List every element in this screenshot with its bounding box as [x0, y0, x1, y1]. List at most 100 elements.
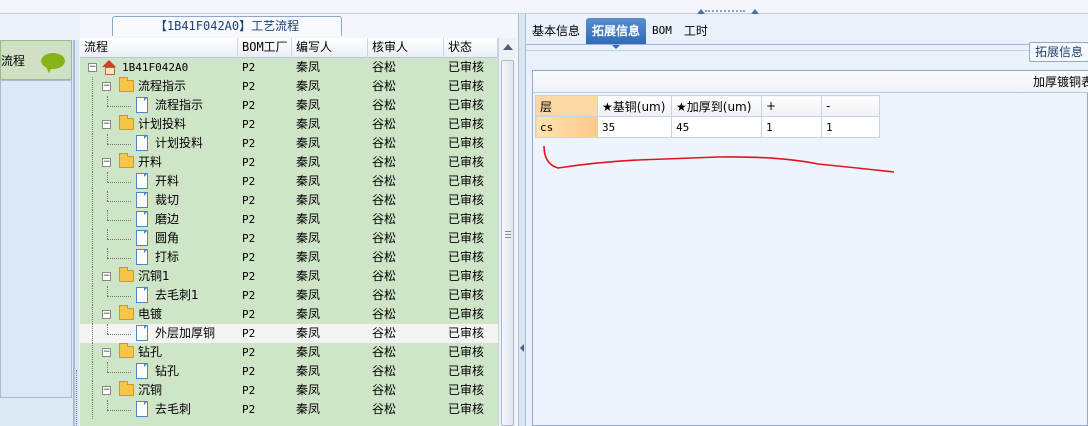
table-header-cell[interactable]: + — [761, 95, 822, 117]
reviewer-cell: 谷松 — [372, 364, 397, 378]
tree-row[interactable]: 去毛刺1 P2 秦凤 谷松 已审核 — [80, 286, 498, 305]
document-icon — [136, 325, 148, 341]
tree-row[interactable]: 磨边 P2 秦凤 谷松 已审核 — [80, 210, 498, 229]
tree-row[interactable]: 钻孔 P2 秦凤 谷松 已审核 — [80, 362, 498, 381]
chat-bubble-icon — [41, 53, 65, 73]
collapse-toggle-icon[interactable]: − — [102, 310, 111, 319]
tree-row[interactable]: 流程指示 P2 秦凤 谷松 已审核 — [80, 96, 498, 115]
grid-header: 流程 BOM工厂 编写人 核审人 状态 — [80, 38, 498, 58]
left-splitter[interactable] — [74, 40, 79, 426]
tree-node-label: 钻孔 — [155, 364, 180, 378]
tree-row[interactable]: 计划投料 P2 秦凤 谷松 已审核 — [80, 134, 498, 153]
tree-node-cell: − 1B41F042A0 — [80, 58, 238, 77]
table-header-cell[interactable]: - — [821, 95, 880, 117]
top-strip — [0, 0, 1088, 14]
tree-row[interactable]: 圆角 P2 秦凤 谷松 已审核 — [80, 229, 498, 248]
tree-node-cell: − 开料 — [80, 153, 238, 172]
document-icon — [136, 173, 148, 189]
reviewer-cell: 谷松 — [372, 326, 397, 340]
tab-2[interactable]: BOM — [646, 18, 678, 44]
collapse-toggle-icon[interactable]: − — [88, 63, 97, 72]
tree-node-label: 圆角 — [155, 231, 180, 245]
document-icon — [136, 135, 148, 151]
reviewer-cell: 谷松 — [372, 174, 397, 188]
tree-node-cell: 打标 — [80, 248, 238, 267]
tab-1[interactable]: 拓展信息 — [586, 18, 647, 49]
document-icon — [136, 363, 148, 379]
bom-cell: P2 — [242, 80, 256, 93]
tree-node-label: 电镀 — [138, 307, 163, 321]
collapse-toggle-icon[interactable]: − — [102, 158, 111, 167]
writer-cell: 秦凤 — [296, 155, 321, 169]
document-icon — [136, 211, 148, 227]
tree-node-label: 磨边 — [155, 212, 180, 226]
table-header-cell[interactable]: ★加厚到(um) — [671, 95, 762, 117]
tree-row[interactable]: 去毛刺 P2 秦凤 谷松 已审核 — [80, 400, 498, 419]
collapse-toggle-icon[interactable]: − — [102, 82, 111, 91]
status-cell: 已审核 — [448, 288, 485, 302]
collapse-toggle-icon[interactable]: − — [102, 348, 111, 357]
table-cell[interactable]: 45 — [671, 116, 762, 138]
tree-row[interactable]: 打标 P2 秦凤 谷松 已审核 — [80, 248, 498, 267]
writer-cell: 秦凤 — [296, 117, 321, 131]
table-cell[interactable]: cs — [535, 116, 598, 138]
process-grid: 【1B41F042A0】工艺流程 流程 BOM工厂 编写人 核审人 状态 − 1B41F0… — [80, 14, 518, 426]
tree-row[interactable]: − 沉铜1 P2 秦凤 谷松 已审核 — [80, 267, 498, 286]
table-cell[interactable]: 35 — [597, 116, 672, 138]
tree-node-label: 去毛刺1 — [155, 288, 199, 302]
tree-row[interactable]: − 沉铜 P2 秦凤 谷松 已审核 — [80, 381, 498, 400]
status-cell: 已审核 — [448, 79, 485, 93]
tree-node-cell: − 沉铜 — [80, 381, 238, 400]
tree-row[interactable]: − 计划投料 P2 秦凤 谷松 已审核 — [80, 115, 498, 134]
status-cell: 已审核 — [448, 155, 485, 169]
tree-node-label: 开料 — [155, 174, 180, 188]
extended-info-button[interactable]: 拓展信息 — [1029, 42, 1088, 62]
column-header[interactable]: BOM工厂 — [238, 38, 292, 58]
writer-cell: 秦凤 — [296, 288, 321, 302]
scroll-up-icon[interactable] — [503, 44, 513, 50]
collapse-toggle-icon[interactable]: − — [102, 272, 111, 281]
bom-cell: P2 — [242, 270, 256, 283]
tree-row[interactable]: − 电镀 P2 秦凤 谷松 已审核 — [80, 305, 498, 324]
tab-0[interactable]: 基本信息 — [526, 18, 586, 44]
collapse-left-icon[interactable] — [520, 344, 524, 352]
tree-node-label: 1B41F042A0 — [122, 61, 189, 74]
column-header[interactable]: 状态 — [444, 38, 498, 58]
column-header[interactable]: 流程 — [80, 38, 238, 58]
tree-row[interactable]: − 流程指示 P2 秦凤 谷松 已审核 — [80, 77, 498, 96]
nav-item-process[interactable]: 流程 — [0, 40, 72, 80]
tree-row[interactable]: 开料 P2 秦凤 谷松 已审核 — [80, 172, 498, 191]
tree-row[interactable]: − 1B41F042A0 P2 秦凤 谷松 已审核 — [80, 58, 498, 77]
tree-row[interactable]: 裁切 P2 秦凤 谷松 已审核 — [80, 191, 498, 210]
tab-3[interactable]: 工时 — [678, 18, 714, 44]
document-icon — [136, 401, 148, 417]
folder-icon — [119, 305, 134, 320]
tree-node-label: 沉铜1 — [138, 269, 170, 283]
reviewer-cell: 谷松 — [372, 307, 397, 321]
writer-cell: 秦凤 — [296, 98, 321, 112]
writer-cell: 秦凤 — [296, 193, 321, 207]
table-cell[interactable]: 1 — [761, 116, 822, 138]
column-header[interactable]: 编写人 — [292, 38, 368, 58]
reviewer-cell: 谷松 — [372, 250, 397, 264]
folder-icon — [119, 381, 134, 396]
writer-cell: 秦凤 — [296, 79, 321, 93]
writer-cell: 秦凤 — [296, 60, 321, 74]
table-header-cell[interactable]: 层 — [535, 95, 598, 117]
reviewer-cell: 谷松 — [372, 98, 397, 112]
collapse-toggle-icon[interactable]: − — [102, 386, 111, 395]
column-header[interactable]: 核审人 — [368, 38, 444, 58]
tree-node-cell: 圆角 — [80, 229, 238, 248]
table-cell[interactable]: 1 — [821, 116, 880, 138]
tree-row[interactable]: 外层加厚铜 P2 秦凤 谷松 已审核 — [80, 324, 498, 343]
grid-vscrollbar[interactable] — [498, 38, 516, 426]
collapse-toggle-icon[interactable]: − — [102, 120, 111, 129]
tree-row[interactable]: − 钻孔 P2 秦凤 谷松 已审核 — [80, 343, 498, 362]
table-header-cell[interactable]: ★基铜(um) — [597, 95, 672, 117]
scroll-thumb[interactable] — [501, 60, 514, 426]
middle-splitter[interactable] — [518, 14, 526, 426]
tree-node-cell: 钻孔 — [80, 362, 238, 381]
bom-cell: P2 — [242, 137, 256, 150]
tree-row[interactable]: − 开料 P2 秦凤 谷松 已审核 — [80, 153, 498, 172]
bom-cell: P2 — [242, 213, 256, 226]
